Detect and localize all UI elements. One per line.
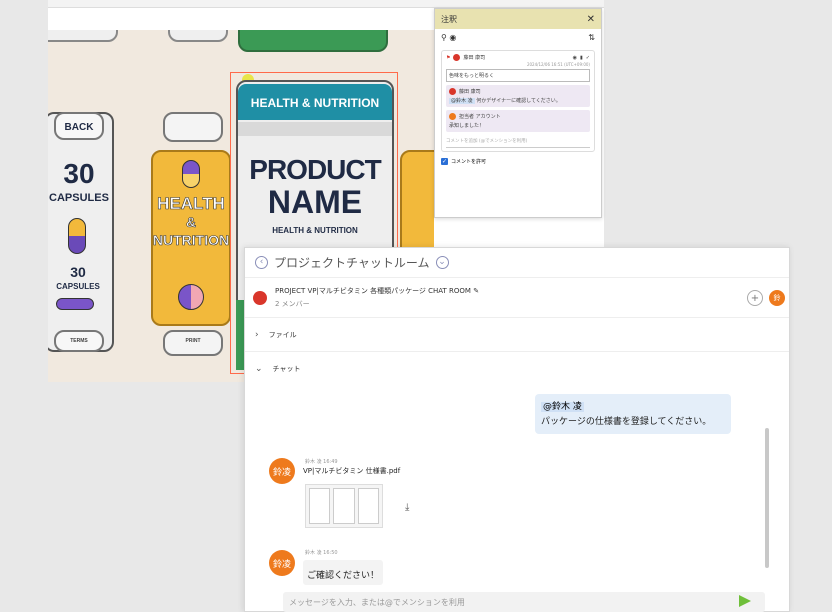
side-capsule-bottom-icon [178,284,204,310]
close-icon[interactable]: ✕ [587,14,595,25]
side-line3: NUTRITION [152,232,230,249]
message-text: パッケージの仕様書を登録してください。 [541,417,712,427]
reply-item: 藤田 康司 @鈴木 凌 何かデザイナーに確認してください。 [446,85,590,107]
side-bottom-label: PRINT [185,338,201,344]
allow-comment-row: ✓ コメントを許可 [435,156,601,167]
chevron-right-icon: › [255,329,259,340]
avatar [449,88,456,95]
product-sub: HEALTH & NUTRITION [272,226,358,235]
flag-icon: ⚑ [446,54,451,61]
product-name-line2: NAME [267,184,363,220]
allow-comment-checkbox[interactable]: ✓ [441,158,448,165]
front-banner-text: HEALTH & NUTRITION [250,96,380,110]
files-section-label: ファイル [268,330,297,339]
room-header: PROJECT VP|マルチビタミン 各種類パッケージ CHAT ROOM ✎ … [245,278,789,318]
search-icon[interactable]: ⚲ [441,33,447,42]
top-mid-box [168,30,228,42]
chat-section[interactable]: ⌄ チャット [245,352,789,386]
comment-timestamp: 2024/12/06 16:51 (UTC+09:00) [526,62,590,67]
back-unit: CAPSULES [49,192,109,204]
chevron-down-icon: ⌄ [255,364,263,374]
back-icon[interactable]: ‹ [255,256,268,269]
message-bubble: ご確認ください！ [303,560,384,585]
reply-text: 承知しました！ [449,123,485,129]
side-line1: HEALTH [157,194,225,214]
comment-author: 藤田 康司 [463,55,486,61]
allow-comment-label: コメントを許可 [451,159,487,165]
side-capsule-icon [182,160,200,188]
message-input-placeholder: メッセージを入力、または@でメンションを利用 [289,597,465,607]
capsule-icon [68,218,86,254]
file-name[interactable]: VP|マルチビタミン 仕様書.pdf [303,466,400,476]
files-section[interactable]: › ファイル [245,318,789,352]
chevron-down-icon[interactable]: ⌄ [435,256,449,269]
chat-section-label: チャット [272,365,301,373]
edit-icon[interactable]: ✎ [473,287,479,295]
trash-icon[interactable]: ▮ [580,55,583,61]
reply-text: 何かデザイナーに確認してください。 [476,98,561,104]
reply-author: 藤田 康司 [459,89,481,95]
annotation-panel: 注釈 ✕ ⚲ ◉ ⇅ ⚑ 藤田 康司 ◉ ▮ ✓ 2024/12/06 16:5… [434,8,602,218]
eye-icon[interactable]: ◉ [573,55,577,61]
download-icon[interactable]: ⤓ [405,502,409,513]
back-bottom-unit: CAPSULES [56,282,100,291]
avatar [453,54,461,61]
message-text: ご確認ください！ [307,571,380,581]
side-box-top-flap [163,112,223,142]
side-line2: & [185,214,197,231]
back-label: BACK [64,122,94,133]
chat-title: プロジェクトチャットルーム [274,256,430,270]
check-icon[interactable]: ✓ [586,55,590,61]
reply-item: 担当者 アカウント 承知しました！ [446,110,590,132]
preview-toolbar [48,0,604,8]
sort-icon[interactable]: ⇅ [588,33,595,42]
reply-author: 担当者 アカウント [459,114,501,120]
outgoing-message: @鈴木 凌 パッケージの仕様書を登録してください。 [535,394,731,434]
mention-tag: @鈴木 凌 [449,98,475,104]
product-name-line1: PRODUCT [249,154,381,185]
avatar: 鈴凌 [269,550,295,576]
top-left-box [48,30,118,42]
comment-header: ⚑ 藤田 康司 ◉ ▮ ✓ [446,54,590,61]
comment-card[interactable]: ⚑ 藤田 康司 ◉ ▮ ✓ 2024/12/06 16:51 (UTC+09:0… [441,50,595,152]
add-member-icon[interactable]: + [747,290,763,306]
annotation-toolbar: ⚲ ◉ ⇅ [435,29,601,46]
message-meta: 鈴木 凌 16:50 [305,550,338,556]
back-bottom-count: 30 [70,264,86,280]
mention-tag: @鈴木 凌 [541,402,584,412]
top-green-box [238,30,388,52]
avatar: 鈴凌 [269,458,295,484]
capsule-horizontal-icon [56,298,94,310]
member-count: 2 メンバー [275,300,310,308]
file-thumbnail[interactable] [305,484,383,528]
room-name: PROJECT VP|マルチビタミン 各種類パッケージ CHAT ROOM [275,287,471,295]
avatar[interactable]: 鈴 [769,290,785,306]
chat-title-bar: ‹ プロジェクトチャットルーム ⌄ [245,248,789,278]
message-meta: 鈴木 凌 16:49 [305,459,338,465]
scrollbar[interactable] [765,428,769,568]
avatar [449,113,456,120]
add-comment-input[interactable]: コメントを追加 (@でメンションを利用) [446,135,590,148]
chat-window: ‹ プロジェクトチャットルーム ⌄ PROJECT VP|マルチビタミン 各種類… [244,247,790,612]
eye-icon[interactable]: ◉ [449,33,456,42]
room-icon [253,290,267,305]
front-stripe [238,122,392,136]
send-icon[interactable] [739,595,751,607]
back-count: 30 [63,158,95,189]
comment-text: 色味をもっと明るく [446,69,590,82]
annotation-title: 注釈 [441,14,457,24]
message-input[interactable]: メッセージを入力、または@でメンションを利用 [283,592,765,612]
back-bottom-label: TERMS [70,338,88,344]
annotation-header: 注釈 ✕ [435,9,601,29]
